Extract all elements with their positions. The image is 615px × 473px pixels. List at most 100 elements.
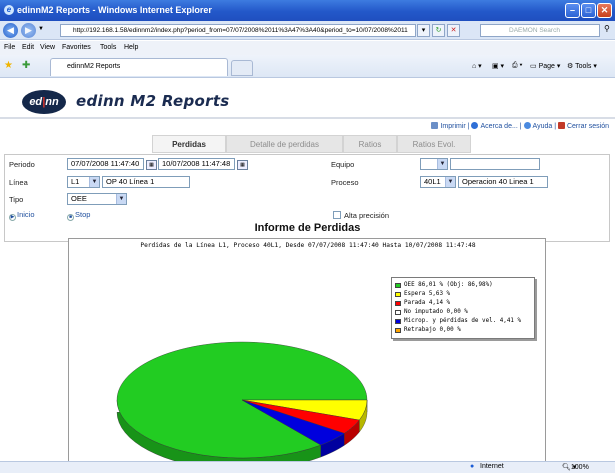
print-toolbar-icon[interactable]: ⎙ ▾ [512,62,523,70]
refresh-icon[interactable]: ↻ [432,24,445,37]
search-input[interactable]: DAEMON Search [480,24,600,37]
menu-file[interactable]: File [4,44,15,51]
play-icon: ▶ [9,214,16,221]
line-select[interactable]: L1 ▼ [67,176,100,188]
history-dropdown-icon[interactable]: ▼ [38,26,44,32]
logout-link[interactable]: Cerrar sesión [567,123,609,130]
legend-label: Retrabajo 0,00 % [404,327,461,333]
new-tab-button[interactable] [231,60,253,76]
forward-icon[interactable]: ▶ [21,23,36,38]
window-titlebar: e edinnM2 Reports - Windows Internet Exp… [0,0,615,21]
help-icon [523,122,531,129]
legend-item: Parada 4,14 % [395,300,531,309]
legend-label: OEE 86,01 % (Obj: 86,98%) [404,282,493,288]
tab-label: edinnM2 Reports [67,63,121,70]
back-icon[interactable]: ◀ [3,23,18,38]
about-link[interactable]: Acerca de... [480,123,517,130]
favorites-bar: ★ ✚ edinnM2 Reports ⌂ ▾ ▣ ▾ ⎙ ▾ ▭ Page ▾… [0,55,615,78]
legend-label: Microp. y pérdidas de vel. 4,41 % [404,318,522,324]
legend-swatch [395,292,401,297]
high-precision-checkbox[interactable] [333,211,341,219]
tab-ratios-evol[interactable]: Ratios Evol. [397,135,471,153]
favorites-star-icon[interactable]: ★ [4,60,13,71]
top-links: Imprimir | Acerca de... | Ayuda | Cerrar… [431,122,609,130]
pie-svg [116,341,368,463]
report-title: Informe de Perdidas [254,222,361,234]
chevron-down-icon: ▼ [445,177,455,187]
start-button[interactable]: ▶ Inicio [9,210,35,221]
calendar-icon[interactable]: ▦ [146,160,157,170]
chevron-down-icon: ▼ [89,177,99,187]
app-title: edinn M2 Reports [76,92,230,110]
calendar-icon[interactable]: ▦ [237,160,248,170]
page-menu[interactable]: ▭ Page ▾ [530,62,560,70]
zoom-level[interactable]: 🔍︎ 100% ▾ [562,463,589,471]
stop-icon: ■ [67,214,74,221]
legend-label: No imputado 0,00 % [404,309,468,315]
close-button[interactable]: ✕ [597,3,612,18]
chevron-down-icon: ▼ [116,194,126,204]
header-divider [0,117,615,119]
page-content: ed|nn edinn M2 Reports Imprimir | Acerca… [0,79,615,463]
legend-swatch [395,283,401,288]
legend-swatch [395,301,401,306]
help-link[interactable]: Ayuda [533,123,553,130]
period-to-input[interactable]: 10/07/2008 11:47:48 [158,158,235,170]
line-label: Línea [9,178,28,187]
zone-label: Internet [480,463,504,470]
home-icon[interactable]: ⌂ ▾ [472,62,482,70]
minimize-button[interactable]: – [565,3,580,18]
equipment-name-input[interactable] [450,158,540,170]
equipment-label: Equipo [331,160,355,169]
address-bar-row: ◀ ▶ ▼ http://192.168.1.58/edinnm2/index.… [0,21,615,40]
browser-tab[interactable]: edinnM2 Reports [50,58,228,76]
globe-icon: ● [470,463,475,470]
search-icon[interactable]: ⚲ [604,24,610,33]
url-input[interactable]: http://192.168.1.58/edinnm2/index.php?pe… [60,24,416,37]
stop-button[interactable]: ■ Stop [67,210,90,221]
period-from-input[interactable]: 07/07/2008 11:47:40 [67,158,144,170]
process-select[interactable]: 40L1 ▼ [420,176,456,188]
tab-perdidas[interactable]: Perdidas [152,135,226,153]
high-precision-label: Alta precisión [344,211,390,220]
type-select[interactable]: OEE ▼ [67,193,127,205]
legend-item: No imputado 0,00 % [395,309,531,318]
tab-detalle-perdidas[interactable]: Detalle de perdidas [226,135,343,153]
line-name-input[interactable]: OP 40 Línea 1 [102,176,190,188]
legend-label: Parada 4,14 % [404,300,451,306]
legend-swatch [395,319,401,324]
menu-help[interactable]: Help [124,44,138,51]
chart-legend: OEE 86,01 % (Obj: 86,98%) Espera 5,63 % Pa… [391,277,535,339]
legend-swatch [395,328,401,333]
maximize-button[interactable]: □ [581,3,596,18]
process-name-input[interactable]: Operacion 40 Linea 1 [458,176,548,188]
legend-label: Espera 5,63 % [404,291,451,297]
equipment-select[interactable]: ▼ [420,158,448,170]
window-title: edinnM2 Reports - Windows Internet Explo… [17,5,212,15]
menu-favorites[interactable]: Favorites [62,44,91,51]
legend-item: Retrabajo 0,00 % [395,327,531,336]
legend-item: Microp. y pérdidas de vel. 4,41 % [395,318,531,327]
menu-view[interactable]: View [40,44,55,51]
url-dropdown-button[interactable]: ▾ [417,24,430,37]
add-favorite-icon[interactable]: ✚ [22,60,30,71]
menu-bar: File Edit View Favorites Tools Help [0,41,615,55]
stop-icon[interactable]: ✕ [447,24,460,37]
tab-ratios[interactable]: Ratios [343,135,397,153]
loss-pie-chart: Perdidas de la Línea L1, Proceso 40L1, D… [68,238,546,463]
ie-icon: e [4,5,14,15]
printer-icon [431,122,439,129]
period-label: Periodo [9,160,35,169]
legend-swatch [395,310,401,315]
info-icon [471,122,479,129]
feeds-icon[interactable]: ▣ ▾ [492,62,504,70]
tools-menu[interactable]: ⚙ Tools ▾ [567,62,597,70]
legend-item: OEE 86,01 % (Obj: 86,98%) [395,282,531,291]
process-label: Proceso [331,178,359,187]
print-link[interactable]: Imprimir [440,123,465,130]
legend-item: Espera 5,63 % [395,291,531,300]
status-bar: ● Internet 🔍︎ 100% ▾ [0,461,615,473]
menu-edit[interactable]: Edit [22,44,34,51]
app-logo: ed|nn [22,90,66,114]
menu-tools[interactable]: Tools [100,44,116,51]
